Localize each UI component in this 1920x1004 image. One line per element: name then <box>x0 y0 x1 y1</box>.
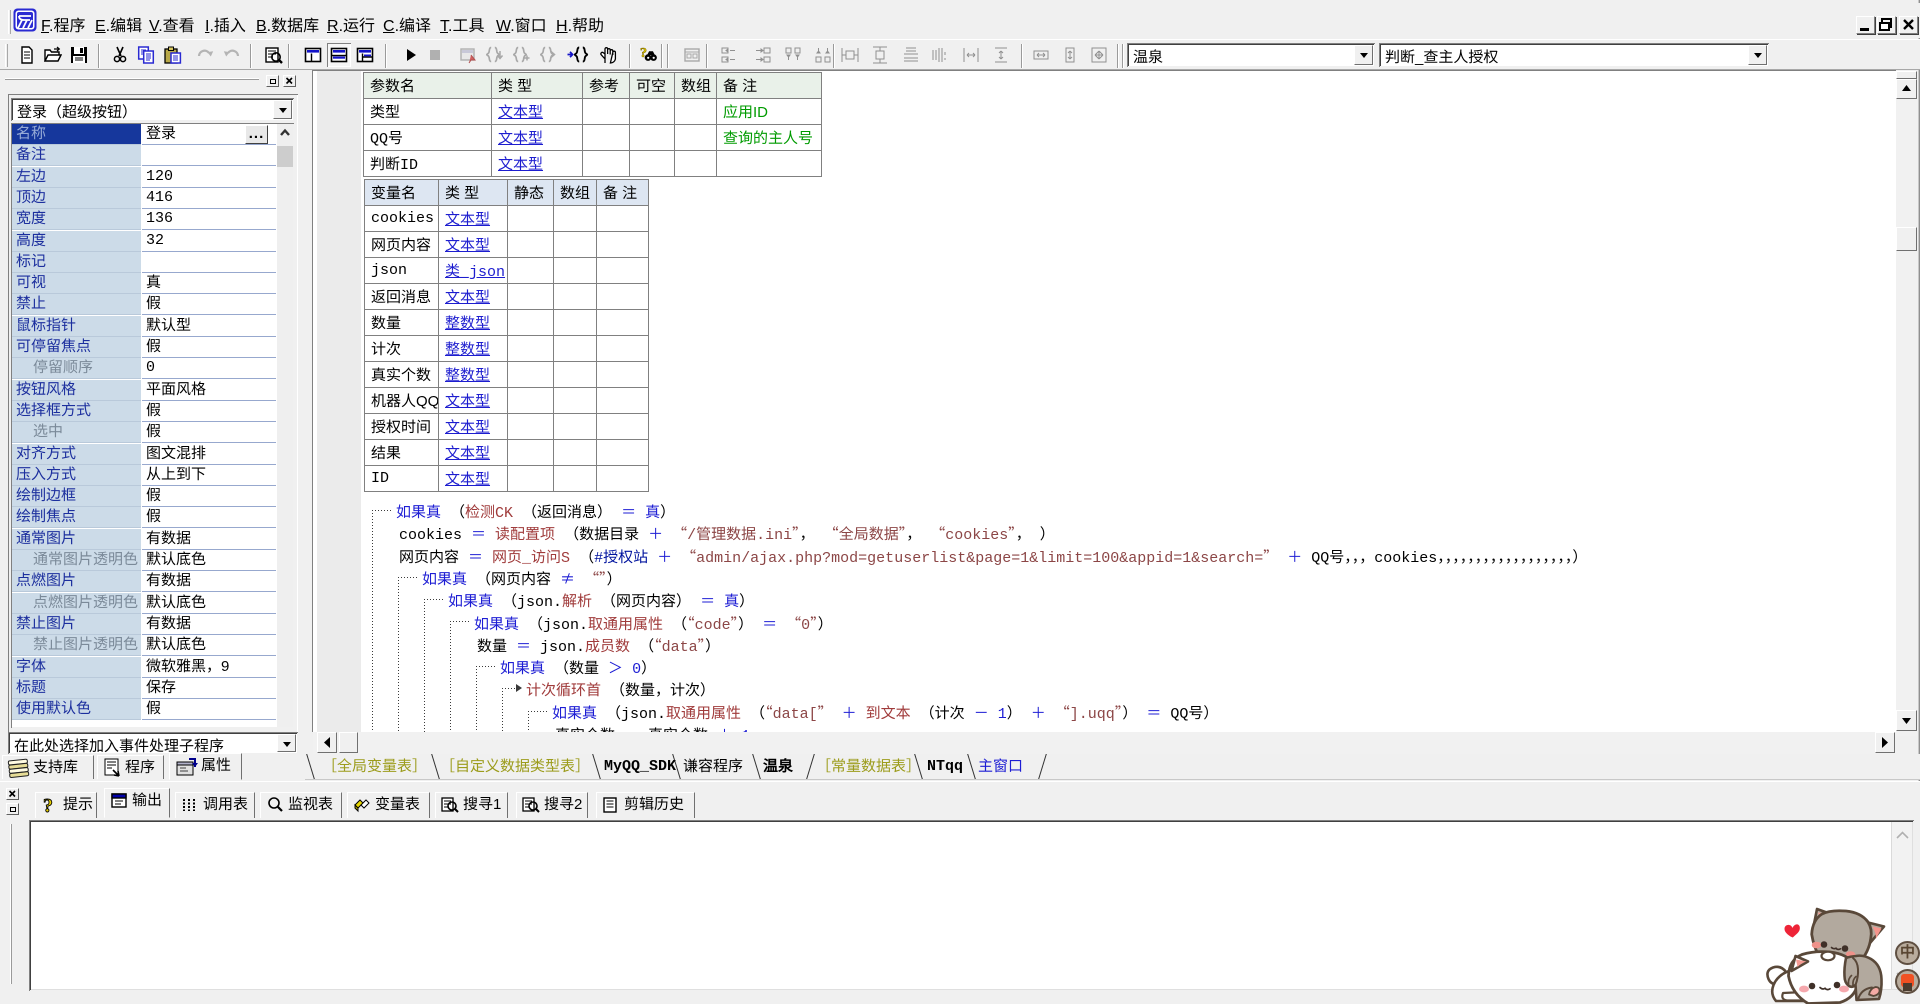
svg-text:?: ? <box>43 795 53 815</box>
